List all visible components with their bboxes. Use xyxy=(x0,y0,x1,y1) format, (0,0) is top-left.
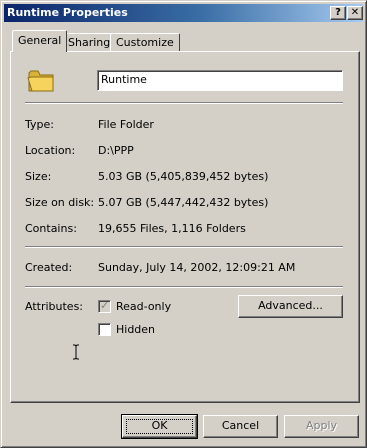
separator xyxy=(25,102,343,104)
folder-icon xyxy=(27,70,54,92)
tab-general[interactable]: General xyxy=(12,30,68,52)
close-button[interactable]: ✕ xyxy=(347,6,363,20)
size-on-disk-label: Size on disk: xyxy=(25,196,95,209)
separator xyxy=(25,286,343,288)
size-on-disk-value: 5.07 GB (5,447,442,432 bytes) xyxy=(98,196,269,209)
attributes-label: Attributes: xyxy=(25,300,84,313)
advanced-button[interactable]: Advanced... xyxy=(238,295,343,318)
created-value: Sunday, July 14, 2002, 12:09:21 AM xyxy=(98,261,296,274)
apply-button[interactable]: Apply xyxy=(284,415,359,438)
hidden-label[interactable]: Hidden xyxy=(116,323,155,336)
ok-button[interactable]: OK xyxy=(121,414,198,439)
location-value: D:\PPP xyxy=(98,144,134,157)
close-icon: ✕ xyxy=(350,7,360,18)
folder-name-input[interactable]: Runtime xyxy=(97,70,343,91)
cancel-button[interactable]: Cancel xyxy=(203,415,278,438)
separator xyxy=(25,246,343,248)
checkmark-icon: ✓ xyxy=(100,299,110,312)
help-icon: ? xyxy=(335,7,341,18)
contains-label: Contains: xyxy=(25,222,77,235)
hidden-checkbox[interactable] xyxy=(98,323,111,336)
contains-value: 19,655 Files, 1,116 Folders xyxy=(98,222,246,235)
type-value: File Folder xyxy=(98,118,154,131)
tab-sharing[interactable]: Sharing xyxy=(62,33,117,52)
text-cursor-icon xyxy=(73,344,79,360)
created-label: Created: xyxy=(25,261,73,274)
focus-rect xyxy=(126,419,193,434)
properties-dialog: Runtime Properties ? ✕ General Sharing C… xyxy=(0,0,367,448)
tab-customize[interactable]: Customize xyxy=(110,33,180,52)
window-title: Runtime Properties xyxy=(7,6,128,19)
help-button[interactable]: ? xyxy=(330,6,346,20)
read-only-checkbox[interactable]: ✓ xyxy=(98,299,111,313)
read-only-label[interactable]: Read-only xyxy=(116,300,171,313)
type-label: Type: xyxy=(25,118,54,131)
location-label: Location: xyxy=(25,144,76,157)
size-value: 5.03 GB (5,405,839,452 bytes) xyxy=(98,170,269,183)
size-label: Size: xyxy=(25,170,52,183)
title-bar[interactable]: Runtime Properties ? ✕ xyxy=(4,4,363,22)
